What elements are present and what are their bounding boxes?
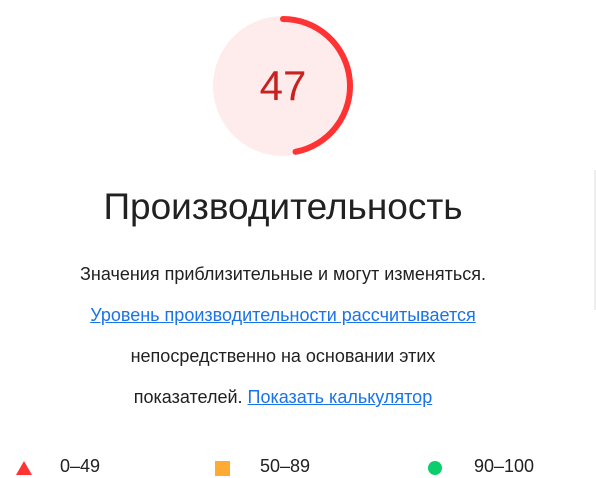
description-text: показателей. [133,387,243,407]
legend-range: 50–89 [260,456,311,476]
circle-icon [428,461,442,475]
square-icon [215,461,230,476]
category-title: Производительность [103,186,463,227]
score-gauge: 47 [213,12,353,160]
score-value: 47 [259,62,307,109]
legend-range: 90–100 [474,456,535,476]
description-line: непосредственно на основании этих [130,346,436,366]
description-line: Значения приблизительные и могут изменят… [80,264,486,284]
description: Значения приблизительные и могут изменят… [0,254,566,418]
legend-range: 0–49 [60,456,101,476]
score-calculation-link[interactable]: Уровень производительности рассчитываетс… [90,305,476,325]
show-calculator-link[interactable]: Показать калькулятор [248,387,433,407]
description-line-with-link: показателей. Показать калькулятор [0,377,566,418]
description-link-line: Уровень производительности рассчитываетс… [0,295,566,336]
triangle-icon [16,461,32,475]
